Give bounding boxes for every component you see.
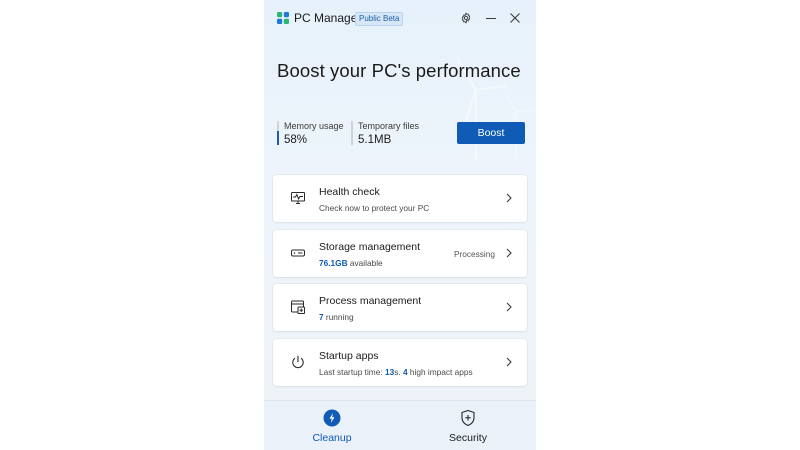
title-bar: PC Manager Public Beta [264, 0, 536, 36]
memory-usage-label: Memory usage [284, 121, 344, 131]
temporary-files-stat: Temporary files 5.1MB [351, 121, 420, 146]
bottom-navigation: Cleanup Security [264, 400, 536, 450]
app-title: PC Manager [294, 11, 362, 25]
storage-drive-icon [291, 249, 305, 256]
chevron-right-icon [506, 302, 512, 312]
card-title: Startup apps [319, 349, 379, 362]
pc-manager-window: PC Manager Public Beta Boost your PC's p… [264, 0, 536, 450]
chevron-right-icon [506, 193, 512, 203]
storage-available-text: available [347, 257, 383, 268]
startup-apps-card[interactable]: Startup apps Last startup time: 13s. 4 h… [273, 338, 527, 386]
health-check-card[interactable]: Health check Check now to protect your P… [273, 175, 527, 222]
page-title: Boost your PC's performance [277, 60, 521, 81]
monitor-heartbeat-icon [291, 192, 305, 204]
lightning-bolt-icon [323, 409, 341, 427]
chevron-right-icon [506, 357, 512, 366]
minimize-button[interactable] [483, 10, 499, 26]
gear-icon [461, 12, 471, 24]
storage-available-value: 76.1GB [319, 257, 348, 268]
minimize-icon [486, 18, 496, 19]
close-icon [510, 13, 520, 23]
public-beta-badge: Public Beta [355, 12, 404, 26]
card-title: Health check [319, 186, 380, 198]
feature-card-list: Health check Check now to protect your P… [273, 175, 527, 393]
running-text: running [323, 312, 354, 322]
temporary-files-track [351, 121, 353, 145]
card-subtitle: Last startup time: 13s. 4 high impact ap… [319, 367, 473, 377]
settings-button[interactable] [458, 10, 474, 26]
card-title: Process management [319, 295, 422, 307]
card-subtitle: Check now to protect your PC [319, 203, 429, 213]
nav-label-cleanup: Cleanup [312, 432, 352, 444]
card-title: Storage management [319, 240, 420, 253]
nav-tab-cleanup[interactable]: Cleanup [264, 401, 400, 450]
memory-usage-fill [277, 131, 279, 145]
startup-time-unit: s. [394, 366, 403, 377]
close-button[interactable] [507, 10, 523, 26]
process-management-card[interactable]: Process management 7 running [273, 284, 527, 331]
power-icon [292, 355, 304, 368]
card-subtitle: 7 running [319, 312, 354, 322]
health-check-subtitle-text: Check now to protect your PC [319, 203, 430, 213]
memory-usage-track [277, 121, 279, 145]
startup-time-prefix: Last startup time: [319, 366, 385, 377]
storage-management-card[interactable]: Storage management 76.1GB available Proc… [273, 229, 527, 277]
processing-status: Processing [453, 248, 495, 259]
boost-button[interactable]: Boost [457, 122, 525, 144]
temporary-files-value: 5.1MB [358, 134, 392, 146]
memory-usage-stat: Memory usage 58% [277, 121, 344, 146]
nav-label-security: Security [449, 432, 487, 444]
shield-plus-icon [461, 409, 475, 427]
memory-usage-value: 58% [284, 134, 308, 146]
nav-tab-security[interactable]: Security [400, 401, 536, 450]
chevron-right-icon [506, 248, 512, 257]
temporary-files-label: Temporary files [358, 121, 420, 131]
pc-manager-logo-icon [277, 12, 289, 24]
startup-time-value: 13 [384, 366, 395, 377]
process-window-icon [291, 300, 305, 314]
high-impact-text: high impact apps [407, 366, 473, 377]
card-subtitle: 76.1GB available [319, 258, 383, 268]
